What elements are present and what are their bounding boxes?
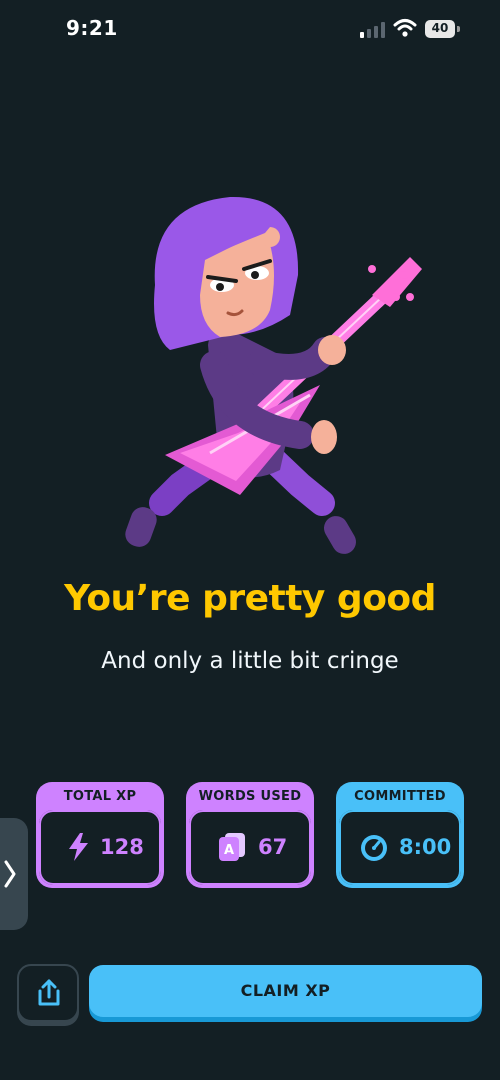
total-xp-value: 128 <box>100 835 144 859</box>
side-drawer-tab[interactable] <box>0 818 28 930</box>
battery-level: 40 <box>431 21 449 35</box>
guitarist-character-illustration <box>125 196 422 554</box>
claim-xp-button[interactable]: CLAIM XP <box>89 965 482 1017</box>
status-bar: 9:21 40 <box>0 0 500 60</box>
total-xp-card: TOTAL XP 128 <box>36 782 164 888</box>
committed-value: 8:00 <box>399 835 452 859</box>
words-used-label: WORDS USED <box>198 789 302 804</box>
battery-icon: 40 <box>425 20 461 38</box>
share-icon <box>38 979 60 1006</box>
total-xp-label: TOTAL XP <box>63 789 137 804</box>
words-used-value: 67 <box>258 835 288 859</box>
share-button[interactable] <box>17 964 79 1022</box>
committed-card: COMMITTED 8:00 <box>336 782 464 888</box>
wifi-icon <box>393 19 417 37</box>
svg-text:A: A <box>224 843 234 858</box>
lightning-icon <box>69 833 88 861</box>
chevron-right-icon <box>4 860 16 888</box>
cellular-signal-icon <box>360 22 385 38</box>
committed-label: COMMITTED <box>354 789 446 804</box>
words-used-card: WORDS USED A 67 <box>186 782 314 888</box>
result-subhead: And only a little bit cringe <box>101 648 399 674</box>
status-time: 9:21 <box>66 16 118 40</box>
stopwatch-icon <box>361 835 387 861</box>
result-headline: You’re pretty good <box>64 578 436 619</box>
letter-cards-icon: A <box>219 833 245 861</box>
